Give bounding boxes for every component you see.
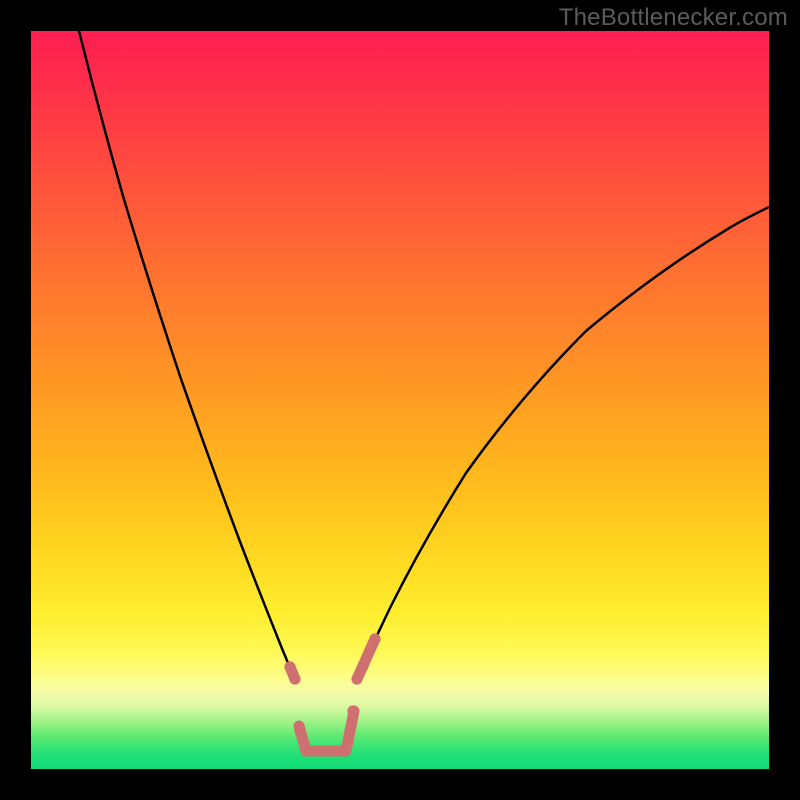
marker-dot bbox=[357, 660, 368, 671]
marker-dot bbox=[347, 705, 358, 716]
marker-dot bbox=[284, 661, 295, 672]
chart-svg bbox=[31, 31, 769, 769]
marker-dot bbox=[300, 743, 311, 754]
marker-dot bbox=[351, 673, 362, 684]
plot-area bbox=[31, 31, 769, 769]
watermark-text: TheBottlenecker.com bbox=[559, 4, 788, 32]
marker-dot bbox=[289, 673, 300, 684]
left-curve bbox=[79, 31, 295, 679]
marker-dot bbox=[294, 725, 305, 736]
marker-dot bbox=[340, 743, 351, 754]
right-curve bbox=[357, 207, 769, 679]
chart-frame: TheBottlenecker.com bbox=[0, 0, 800, 800]
valley-right-salmon bbox=[357, 639, 375, 679]
marker-dot bbox=[369, 633, 380, 644]
